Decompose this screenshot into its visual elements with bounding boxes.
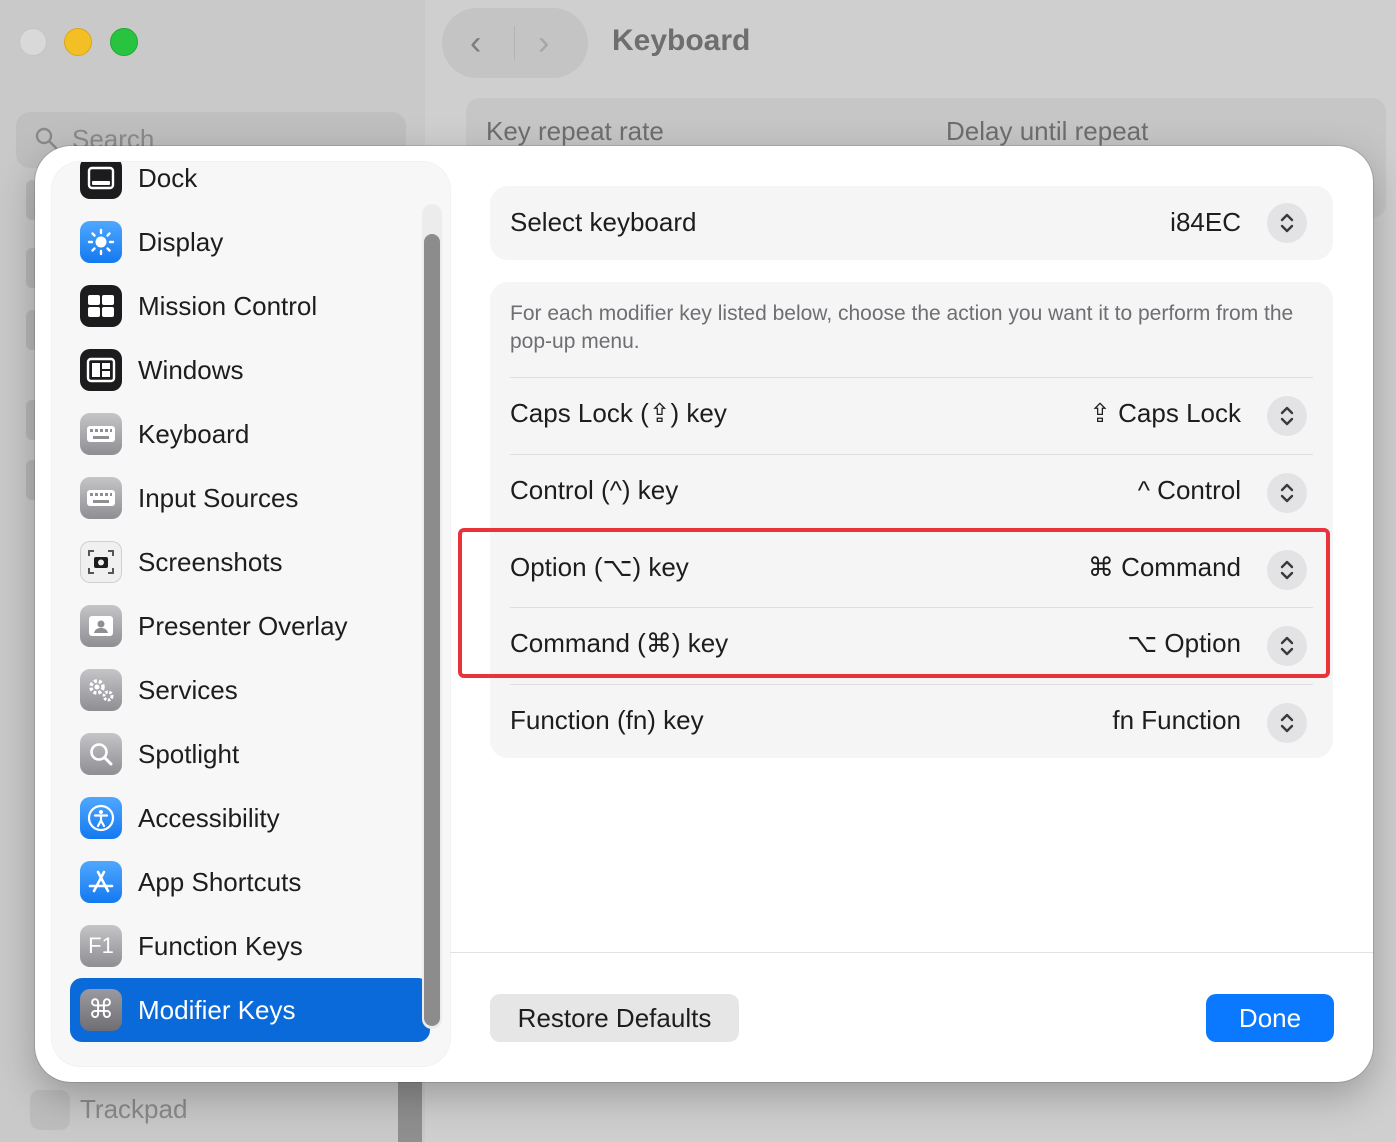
background-scrollbar[interactable] (398, 1080, 422, 1142)
chevron-up-down-icon (1280, 406, 1294, 426)
command-key-popup[interactable] (1267, 626, 1307, 666)
function-key-row: Function (fn) key fn Function (490, 685, 1333, 761)
command-glyph: ⌘ (88, 995, 114, 1025)
chevron-up-down-icon (1280, 636, 1294, 656)
sidebar-item-label: Display (138, 226, 224, 257)
sidebar-item-presenter-overlay[interactable]: Presenter Overlay (70, 594, 430, 658)
sidebar-item-input-sources[interactable]: Input Sources (70, 466, 430, 530)
minimize-window-button[interactable] (64, 28, 92, 56)
back-chevron-icon[interactable]: ‹ (470, 24, 481, 63)
command-key-row: Command (⌘) key ⌥ Option (490, 608, 1333, 684)
keyboard-shortcuts-sheet: Dock Display Mission Control Windows Key… (35, 146, 1373, 1082)
input-sources-icon (80, 477, 122, 519)
control-key-popup[interactable] (1267, 473, 1307, 513)
caps-lock-key-popup[interactable] (1267, 396, 1307, 436)
modifier-keys-icon: ⌘ (80, 989, 122, 1031)
services-icon (80, 669, 122, 711)
sidebar-item-services[interactable]: Services (70, 658, 430, 722)
keyboard-icon (80, 413, 122, 455)
caps-lock-key-value[interactable]: ⇪ Caps Lock (1089, 398, 1241, 429)
sidebar-item-label: Accessibility (138, 802, 280, 833)
function-key-popup[interactable] (1267, 703, 1307, 743)
restore-defaults-button[interactable]: Restore Defaults (490, 994, 739, 1042)
sidebar-item-windows[interactable]: Windows (70, 338, 430, 402)
search-icon (35, 127, 58, 150)
chevron-up-down-icon (1280, 483, 1294, 503)
sidebar-item-spotlight[interactable]: Spotlight (70, 722, 430, 786)
option-key-row: Option (⌥) key ⌘ Command (490, 532, 1333, 608)
chevron-up-down-icon (1280, 213, 1294, 233)
zoom-window-button[interactable] (110, 28, 138, 56)
select-keyboard-popup[interactable] (1267, 203, 1307, 243)
display-icon (80, 221, 122, 263)
spotlight-icon (80, 733, 122, 775)
modifier-keys-description: For each modifier key listed below, choo… (510, 302, 1294, 353)
navigation-buttons: ‹ › (442, 8, 588, 78)
function-keys-glyph: F1 (88, 933, 114, 958)
sidebar-item-label: Services (138, 674, 238, 705)
shortcuts-sidebar: Dock Display Mission Control Windows Key… (52, 162, 450, 1066)
mission-control-icon (80, 285, 122, 327)
sidebar-item-label: Input Sources (138, 482, 299, 513)
sidebar-item-label: Dock (138, 162, 198, 193)
caps-lock-key-row: Caps Lock (⇪) key ⇪ Caps Lock (490, 378, 1333, 454)
select-keyboard-row: Select keyboard i84EC (490, 186, 1333, 260)
caps-lock-key-label: Caps Lock (⇪) key (510, 398, 727, 428)
footer-divider (450, 952, 1373, 953)
chevron-up-down-icon (1280, 560, 1294, 580)
delay-until-repeat-label: Delay until repeat (946, 116, 1149, 146)
nav-separator (514, 26, 515, 60)
close-window-button[interactable] (19, 28, 47, 56)
sidebar-item-app-shortcuts[interactable]: App Shortcuts (70, 850, 430, 914)
sidebar-item-label: Keyboard (138, 418, 250, 449)
accessibility-icon (80, 797, 122, 839)
shortcuts-category-list: Dock Display Mission Control Windows Key… (70, 162, 430, 1042)
sidebar-scrollbar-thumb[interactable] (424, 234, 440, 1026)
select-keyboard-value[interactable]: i84EC (1170, 207, 1241, 238)
sidebar-item-trackpad[interactable]: Trackpad (80, 1094, 187, 1125)
chevron-up-down-icon (1280, 713, 1294, 733)
sidebar-item-label: Spotlight (138, 738, 240, 769)
function-keys-icon: F1 (80, 925, 122, 967)
done-button[interactable]: Done (1206, 994, 1334, 1042)
sidebar-item-modifier-keys[interactable]: ⌘ Modifier Keys (70, 978, 430, 1042)
sidebar-item-label: Function Keys (138, 930, 303, 961)
window-title: Keyboard (612, 24, 751, 57)
function-key-label: Function (fn) key (510, 705, 704, 735)
sidebar-item-keyboard[interactable]: Keyboard (70, 402, 430, 466)
modifier-keys-card: For each modifier key listed below, choo… (490, 282, 1333, 758)
function-key-value[interactable]: fn Function (1112, 705, 1241, 736)
sidebar-item-label: Windows (138, 354, 244, 385)
screenshots-icon (80, 541, 122, 583)
option-key-value[interactable]: ⌘ Command (1088, 552, 1241, 583)
windows-icon (80, 349, 122, 391)
app-shortcuts-icon (80, 861, 122, 903)
forward-chevron-icon[interactable]: › (538, 24, 549, 63)
sidebar-item-label: Presenter Overlay (138, 610, 348, 641)
option-key-popup[interactable] (1267, 550, 1307, 590)
dock-icon (80, 162, 122, 199)
sidebar-item-mission-control[interactable]: Mission Control (70, 274, 430, 338)
sidebar-item-accessibility[interactable]: Accessibility (70, 786, 430, 850)
option-key-label: Option (⌥) key (510, 552, 689, 582)
trackpad-icon (30, 1090, 70, 1130)
command-key-value[interactable]: ⌥ Option (1127, 628, 1241, 659)
command-key-label: Command (⌘) key (510, 628, 729, 658)
sidebar-item-function-keys[interactable]: F1 Function Keys (70, 914, 430, 978)
sidebar-item-screenshots[interactable]: Screenshots (70, 530, 430, 594)
select-keyboard-label: Select keyboard (510, 207, 697, 237)
sidebar-item-label: App Shortcuts (138, 866, 302, 897)
presenter-overlay-icon (80, 605, 122, 647)
sidebar-item-label: Modifier Keys (138, 994, 296, 1025)
sidebar-item-label: Screenshots (138, 546, 283, 577)
sidebar-item-label: Mission Control (138, 290, 318, 321)
sidebar-item-display[interactable]: Display (70, 210, 430, 274)
key-repeat-rate-label: Key repeat rate (486, 116, 664, 146)
control-key-value[interactable]: ^ Control (1138, 475, 1241, 506)
control-key-label: Control (^) key (510, 475, 679, 505)
sidebar-item-dock[interactable]: Dock (70, 162, 430, 210)
control-key-row: Control (^) key ^ Control (490, 455, 1333, 531)
